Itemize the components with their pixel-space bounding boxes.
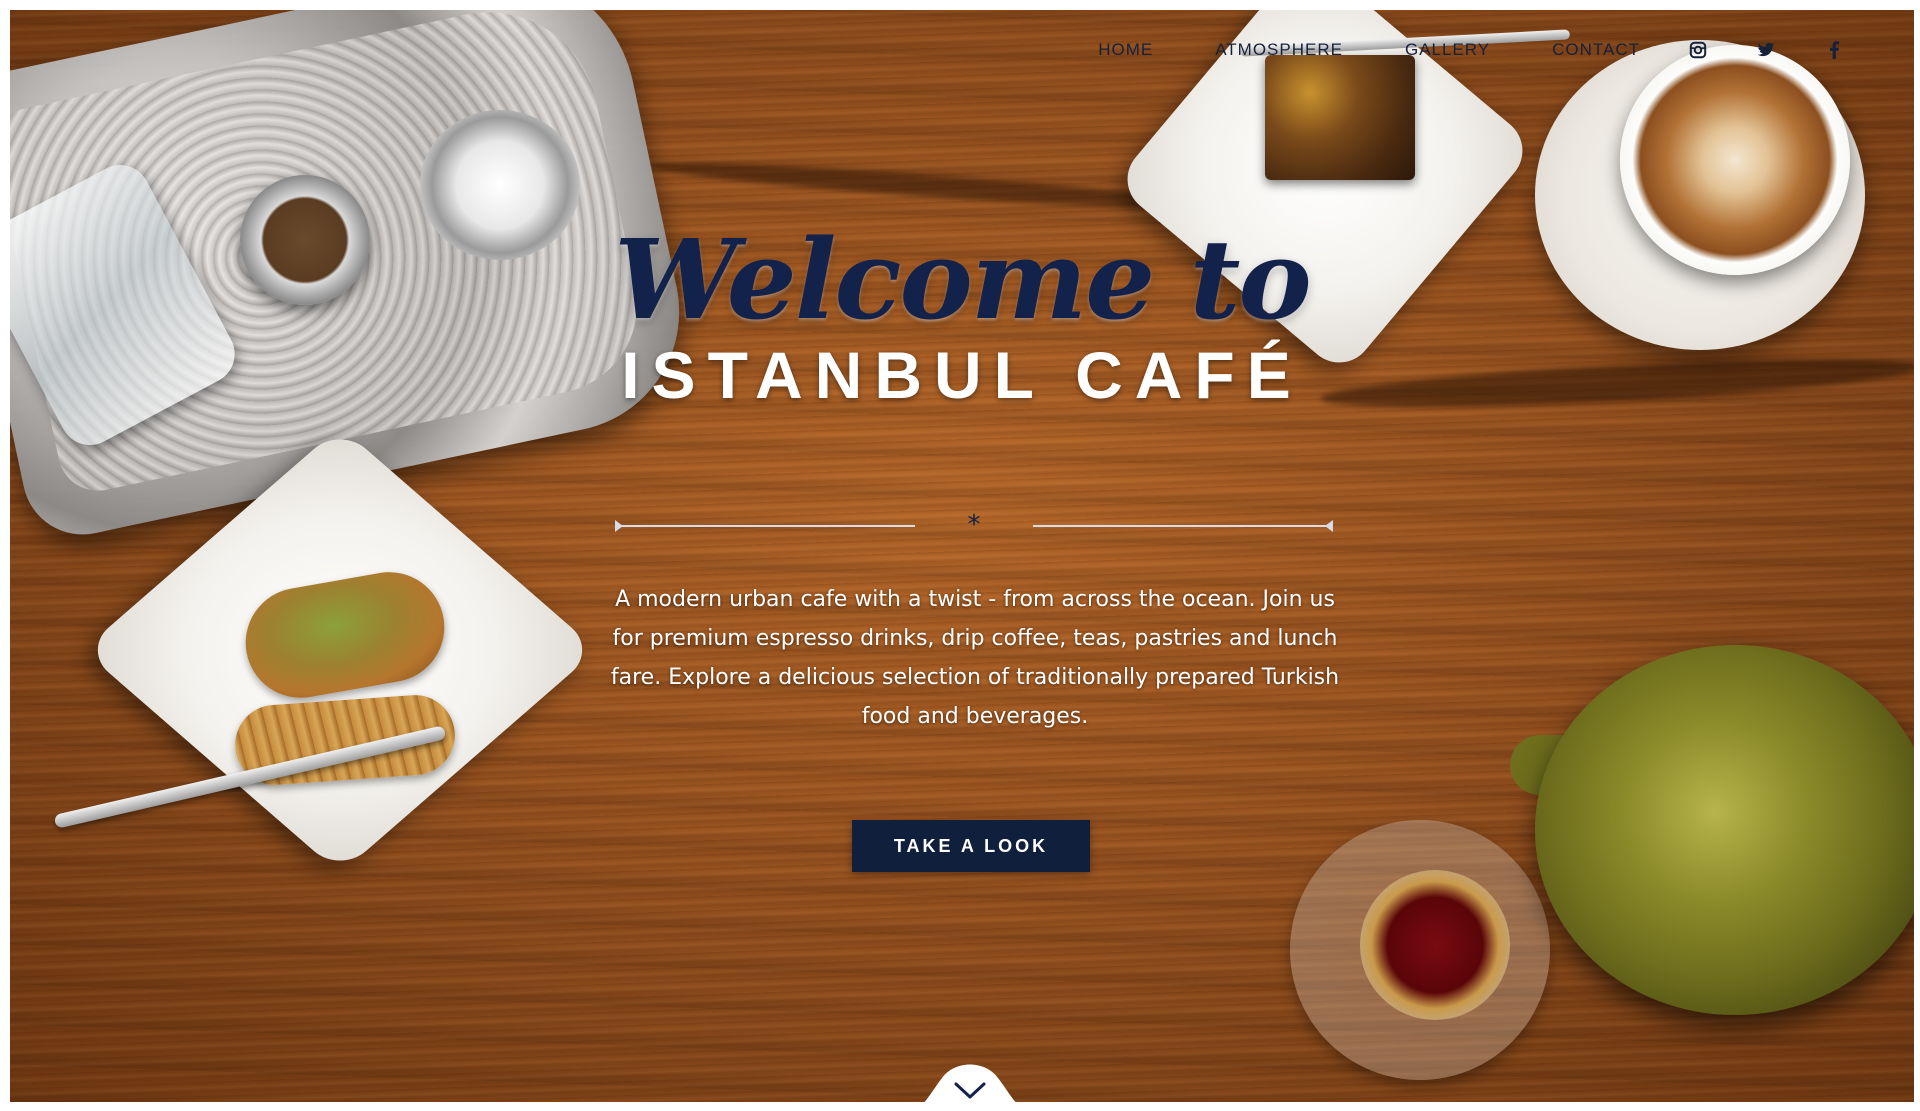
- nav-home[interactable]: HOME: [1098, 40, 1153, 60]
- nav-atmosphere[interactable]: ATMOSPHERE: [1215, 40, 1343, 60]
- instagram-icon[interactable]: [1688, 40, 1708, 60]
- main-nav: HOME ATMOSPHERE GALLERY CONTACT: [1098, 40, 1844, 60]
- divider-asterisk: *: [967, 510, 981, 540]
- hero-heading: Welcome to ISTANBUL CAFÉ: [10, 225, 1914, 413]
- take-a-look-button[interactable]: TAKE A LOOK: [852, 820, 1090, 872]
- cafe-name: ISTANBUL CAFÉ: [621, 338, 1303, 412]
- ornamental-divider: *: [615, 510, 1333, 540]
- cast-iron-teapot: [1535, 645, 1914, 1015]
- welcome-script: Welcome to: [614, 215, 1312, 344]
- wood-crack: [649, 155, 1211, 217]
- nav-contact[interactable]: CONTACT: [1552, 40, 1640, 60]
- scroll-down-tab[interactable]: [880, 1040, 1060, 1102]
- nut-brownie: [1265, 55, 1415, 180]
- hero-tagline: A modern urban cafe with a twist - from …: [610, 587, 1340, 729]
- twitter-icon[interactable]: [1756, 40, 1776, 60]
- hero-background: HOME ATMOSPHERE GALLERY CONTACT Welcome …: [10, 10, 1914, 1102]
- tea-glass: [1360, 870, 1510, 1020]
- facebook-icon[interactable]: [1824, 40, 1844, 60]
- nav-gallery[interactable]: GALLERY: [1405, 40, 1490, 60]
